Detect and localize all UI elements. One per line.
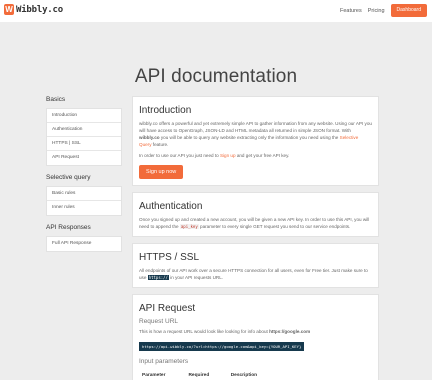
- sidebar-group-selective-query: Selective query: [46, 174, 91, 181]
- brand-logo[interactable]: W Wibbly.co: [4, 4, 63, 15]
- sidebar-list-basics: Introduction Authentication HTTPS | SSL …: [46, 108, 122, 166]
- https-code: https://: [147, 275, 169, 280]
- sidebar-item-authentication[interactable]: Authentication: [47, 123, 121, 137]
- docs-sidebar: Basics Introduction Authentication HTTPS…: [46, 96, 122, 260]
- authentication-section: Authentication Once you signed up and cr…: [132, 192, 379, 237]
- text-run: and get your free API key.: [235, 153, 290, 158]
- docs-content: Introduction wibbly.co offers a powerful…: [132, 96, 379, 380]
- request-url-code: https://api.wibbly.co/?url=https://googl…: [139, 342, 305, 351]
- https-paragraph: All endpoints of our API work over a sec…: [139, 267, 372, 281]
- introduction-heading: Introduction: [139, 105, 192, 116]
- table-header-row: Parameter Required Description: [139, 371, 372, 380]
- request-url-paragraph: This is how a request URL would look lik…: [139, 328, 372, 335]
- sign-up-link[interactable]: Sign up: [220, 153, 236, 158]
- nav-features-link[interactable]: Features: [340, 8, 362, 14]
- sidebar-item-api-request[interactable]: API Request: [47, 151, 121, 165]
- sidebar-item-basic-rules[interactable]: Basic rules: [47, 187, 121, 201]
- sidebar-item-full-api-response[interactable]: Full API Response: [47, 237, 121, 251]
- text-run: wibbly.co offers a powerful and yet extr…: [139, 121, 372, 133]
- sidebar-group-api-responses: API Responses: [46, 224, 91, 231]
- sidebar-item-https-ssl[interactable]: HTTPS | SSL: [47, 137, 121, 151]
- sidebar-list-api-responses: Full API Response: [46, 236, 122, 252]
- api-request-section: API Request Request URL This is how a re…: [132, 294, 379, 380]
- brand-name: Wibbly.co: [16, 4, 63, 15]
- text-run: you will be able to query any website ex…: [159, 135, 340, 140]
- api-key-code: api_key: [179, 224, 199, 229]
- introduction-section: Introduction wibbly.co offers a powerful…: [132, 96, 379, 186]
- text-run: parameter to every single GET request yo…: [198, 224, 351, 229]
- text-run: This is how a request URL would look lik…: [139, 329, 270, 334]
- sidebar-item-introduction[interactable]: Introduction: [47, 109, 121, 123]
- api-request-heading: API Request: [139, 303, 196, 314]
- introduction-paragraph: wibbly.co offers a powerful and yet extr…: [139, 120, 372, 148]
- authentication-paragraph: Once you signed up and created a new acc…: [139, 216, 372, 230]
- text-run: In order to use our API you just need to: [139, 153, 220, 158]
- authentication-heading: Authentication: [139, 201, 203, 212]
- column-parameter: Parameter: [139, 371, 186, 380]
- sign-up-now-button[interactable]: Sign up now: [139, 165, 184, 179]
- column-description: Description: [227, 371, 279, 380]
- column-spacer: [278, 371, 372, 380]
- signup-paragraph: In order to use our API you just need to…: [139, 152, 372, 159]
- sidebar-item-inner-rules[interactable]: Inner rules: [47, 201, 121, 215]
- column-required: Required: [185, 371, 228, 380]
- brand-mention: wibbly.co: [139, 135, 160, 140]
- example-url: https://google.com: [269, 329, 311, 334]
- nav-pricing-link[interactable]: Pricing: [368, 8, 385, 14]
- https-section: HTTPS / SSL All endpoints of our API wor…: [132, 243, 379, 288]
- top-navbar: W Wibbly.co Features Pricing Dashboard: [0, 0, 432, 22]
- parameters-table: Parameter Required Description: [139, 371, 372, 380]
- dashboard-button[interactable]: Dashboard: [390, 4, 427, 17]
- text-run: feature.: [151, 142, 169, 147]
- text-run: in your API requests URL.: [168, 275, 224, 280]
- page-title: API documentation: [134, 66, 298, 87]
- nav-links: Features Pricing Dashboard: [340, 4, 427, 17]
- logo-icon: W: [4, 4, 14, 15]
- input-parameters-heading: Input parameters: [139, 358, 189, 365]
- request-url-heading: Request URL: [139, 318, 179, 325]
- sidebar-list-selective-query: Basic rules Inner rules: [46, 186, 122, 216]
- hero-section: API documentation: [0, 22, 432, 88]
- sidebar-group-basics: Basics: [46, 96, 66, 103]
- https-heading: HTTPS / SSL: [139, 252, 200, 263]
